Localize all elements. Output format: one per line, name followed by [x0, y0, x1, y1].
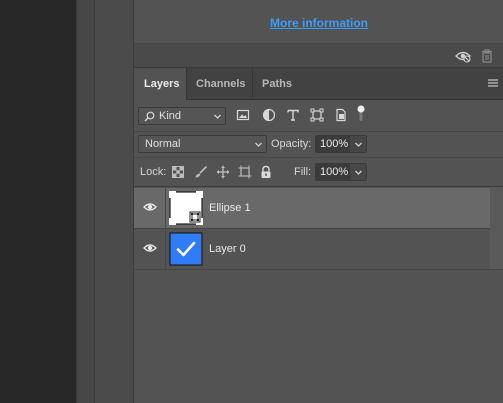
- panel-tabs: Layers Channels Paths: [134, 68, 503, 101]
- layer-thumbnail: [169, 232, 203, 266]
- trash-icon[interactable]: [479, 48, 495, 64]
- filter-kind-label: Kind: [159, 110, 182, 122]
- collapsed-panel-strip: [94, 0, 134, 403]
- layer-visibility-toggle[interactable]: [134, 229, 166, 269]
- tab-layers[interactable]: Layers: [134, 68, 186, 101]
- layer-filter-row: Kind: [134, 100, 503, 132]
- eye-icon: [142, 202, 157, 215]
- more-info-area: More information: [134, 0, 503, 44]
- panel-dock-strip: [76, 0, 94, 403]
- lock-position-icon[interactable]: [216, 165, 230, 179]
- canvas-area: [0, 0, 76, 403]
- visibility-off-icon[interactable]: [455, 48, 471, 64]
- panel-icon-bar: [134, 44, 503, 68]
- blend-mode-value: Normal: [145, 138, 181, 150]
- layers-scrollbar[interactable]: [490, 187, 503, 269]
- opacity-label: Opacity:: [271, 138, 312, 150]
- shape-layer-thumbnail: [169, 191, 203, 225]
- lock-all-icon[interactable]: [259, 165, 273, 179]
- tab-channels[interactable]: Channels: [187, 68, 252, 100]
- layers-panel-container: More information Layers Channels Paths K…: [134, 0, 503, 403]
- layer-row-ellipse-1[interactable]: Ellipse 1: [134, 188, 503, 229]
- fill-dropdown-button[interactable]: [349, 164, 366, 180]
- layer-name: Layer 0: [209, 243, 246, 255]
- more-information-link[interactable]: More information: [270, 16, 368, 30]
- filter-toggle-icon[interactable]: [356, 105, 366, 123]
- eye-icon: [142, 243, 157, 256]
- shape-filter-icon[interactable]: [310, 108, 324, 122]
- layer-row-layer-0[interactable]: Layer 0: [134, 229, 503, 270]
- fill-label: Fill:: [294, 166, 312, 178]
- chevron-down-icon: [254, 140, 263, 152]
- panel-menu-icon[interactable]: [487, 77, 499, 89]
- type-filter-icon[interactable]: [286, 108, 300, 122]
- blend-mode-select[interactable]: Normal: [138, 135, 267, 153]
- lock-artboard-icon[interactable]: [238, 165, 252, 179]
- layer-name: Ellipse 1: [209, 202, 251, 214]
- image-filter-icon[interactable]: [236, 108, 250, 122]
- fill-field[interactable]: 100%: [315, 163, 367, 181]
- adjustment-filter-icon[interactable]: [262, 108, 276, 122]
- filter-kind-select[interactable]: Kind: [138, 107, 226, 125]
- fill-value: 100%: [320, 166, 349, 178]
- layer-visibility-toggle[interactable]: [134, 188, 166, 228]
- opacity-dropdown-button[interactable]: [349, 136, 366, 152]
- lock-row: Lock: Fill: 100%: [134, 158, 503, 187]
- opacity-field[interactable]: 100%: [315, 135, 367, 153]
- lock-transparent-pixels-icon[interactable]: [171, 165, 185, 179]
- chevron-down-icon: [213, 112, 222, 124]
- smart-object-filter-icon[interactable]: [334, 108, 348, 122]
- blend-mode-row: Normal Opacity: 100%: [134, 132, 503, 158]
- opacity-value: 100%: [320, 138, 349, 150]
- search-icon: [144, 111, 155, 125]
- tab-paths[interactable]: Paths: [253, 68, 303, 100]
- lock-label: Lock:: [140, 166, 167, 178]
- lock-image-pixels-icon[interactable]: [194, 165, 208, 179]
